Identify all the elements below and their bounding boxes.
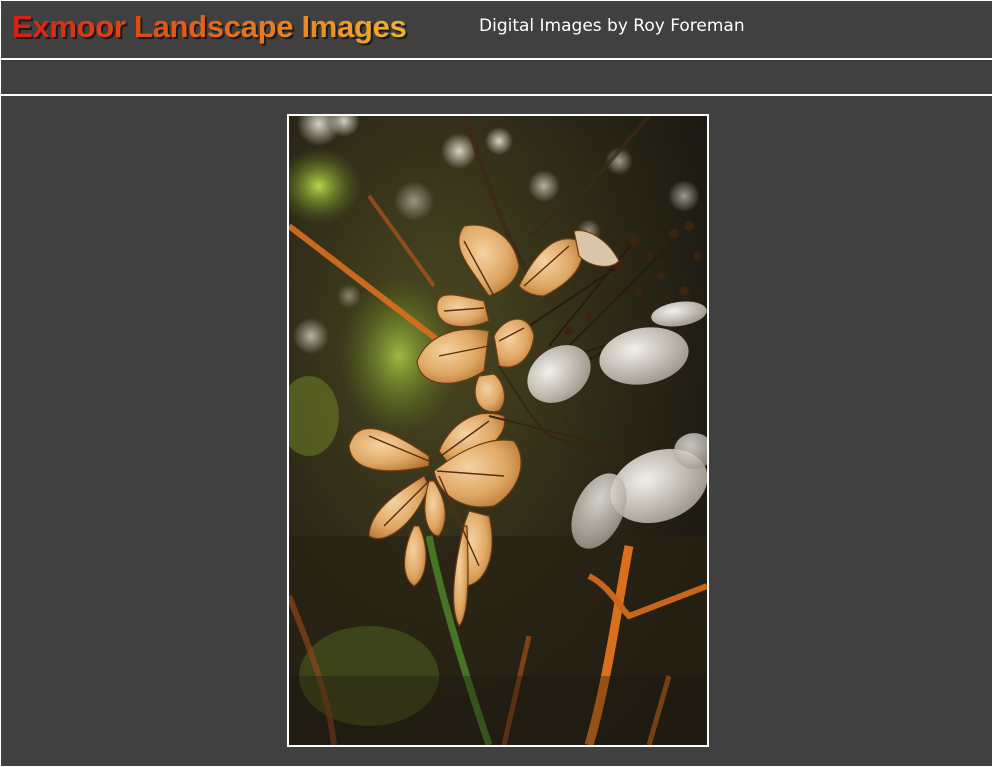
page: Exmoor Landscape Images Exmoor Landscape… <box>1 1 992 766</box>
nav-bar <box>1 60 992 94</box>
main-photo[interactable] <box>287 114 709 747</box>
nav-divider <box>1 94 992 96</box>
site-title[interactable]: Exmoor Landscape Images <box>12 7 407 47</box>
site-header: Exmoor Landscape Images Exmoor Landscape… <box>1 1 992 58</box>
site-subtitle: Digital Images by Roy Foreman <box>479 16 745 36</box>
photo-image <box>289 116 707 745</box>
